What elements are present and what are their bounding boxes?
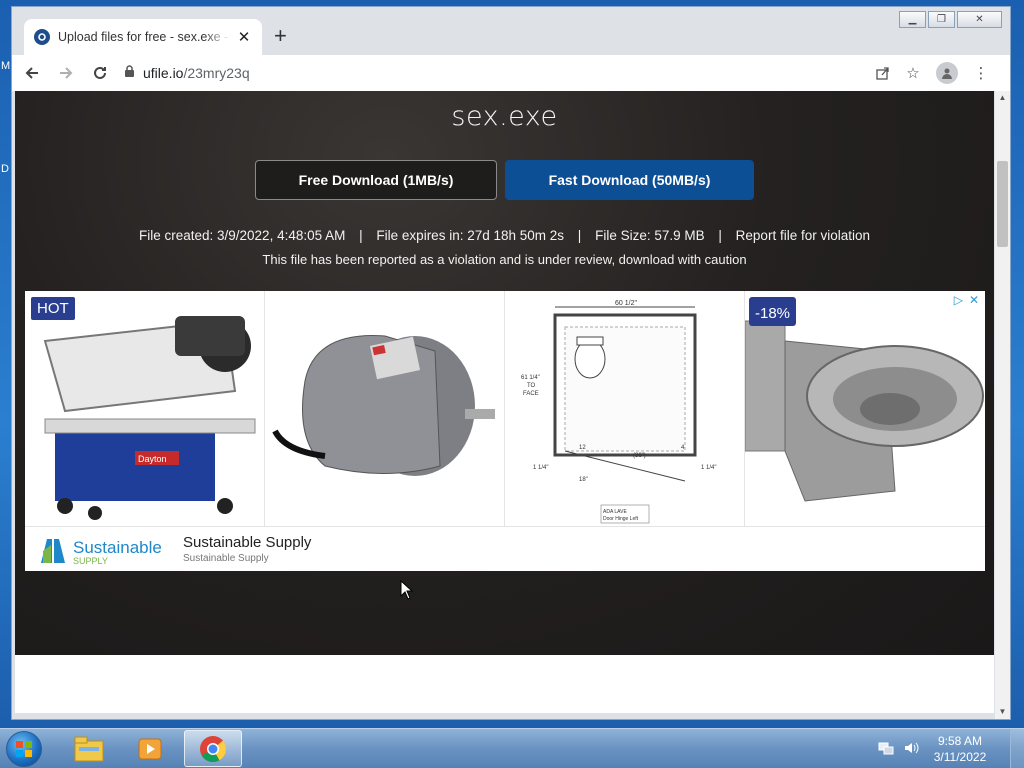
taskbar: 9:58 AM 3/11/2022: [0, 728, 1024, 768]
browser-toolbar: ufile.io/23mry23q ☆ ⋮: [12, 55, 1010, 91]
scroll-up-icon[interactable]: ▲: [995, 91, 1010, 105]
address-bar[interactable]: ufile.io/23mry23q: [124, 59, 964, 87]
download-hero: sex.exe Free Download (1MB/s) Fast Downl…: [15, 91, 994, 655]
meta-separator: |: [359, 228, 363, 243]
file-created: File created: 3/9/2022, 4:48:05 AM: [138, 228, 346, 243]
report-violation-link[interactable]: Report file for violation: [736, 228, 870, 243]
ad-tile-bandsaw[interactable]: Dayton HOT: [25, 291, 265, 527]
url-path: /23mry23q: [183, 65, 250, 81]
sustainable-supply-logo: Sustainable SUPPLY: [39, 531, 169, 567]
diagram-bottom-mid-label: 18": [579, 477, 588, 483]
page-content: sex.exe Free Download (1MB/s) Fast Downl…: [15, 91, 994, 713]
ufile-favicon-icon: [34, 29, 50, 45]
steel-toilet-image: [745, 320, 984, 502]
motor-image: [272, 335, 495, 476]
file-size: File Size: 57.9 MB: [595, 228, 705, 243]
profile-avatar-icon[interactable]: [936, 62, 958, 84]
bandsaw-image: Dayton: [43, 316, 256, 520]
advertisement[interactable]: Dayton HOT 60 1/2" 61 1/4" TO FACE 1 1/4…: [25, 291, 985, 571]
network-icon[interactable]: [878, 741, 894, 758]
adchoices[interactable]: ▷ ✕: [954, 293, 979, 307]
ad-close-icon[interactable]: ✕: [969, 293, 979, 307]
taskbar-media-player-icon[interactable]: [122, 730, 180, 767]
diagram-door-label: Door Hinge Left: [603, 516, 639, 522]
diagram-height-label: FACE: [523, 391, 539, 397]
close-tab-icon[interactable]: ✕: [236, 28, 252, 46]
taskbar-explorer-icon[interactable]: [60, 730, 118, 767]
minimize-icon[interactable]: ▁: [899, 11, 926, 28]
discount-badge: -18%: [749, 297, 797, 326]
bandsaw-brand-label: Dayton: [138, 454, 167, 464]
diagram-small-label: (36"): [633, 453, 646, 459]
taskbar-chrome-icon[interactable]: [184, 730, 242, 767]
browser-tab[interactable]: Upload files for free - sex.exe - ufile.…: [24, 19, 262, 55]
adchoices-play-icon[interactable]: ▷: [954, 293, 963, 307]
logo-subtext: SUPPLY: [73, 556, 108, 566]
desktop-icon-label: D: [1, 163, 9, 175]
reload-icon[interactable]: [86, 59, 114, 87]
toolbar-actions: ☆ ⋮: [868, 59, 996, 87]
page-scrollbar[interactable]: ▲ ▼: [995, 91, 1010, 719]
start-button-icon[interactable]: [6, 731, 42, 767]
ad-tile-diagram[interactable]: 60 1/2" 61 1/4" TO FACE 1 1/4" 1 1/4" 18…: [505, 291, 745, 527]
bookmark-star-icon[interactable]: ☆: [898, 59, 928, 87]
forward-icon[interactable]: [52, 59, 80, 87]
system-tray: 9:58 AM 3/11/2022: [878, 729, 1024, 768]
volume-icon[interactable]: [904, 741, 920, 758]
violation-warning: This file has been reported as a violati…: [262, 252, 747, 267]
tab-strip: Upload files for free - sex.exe - ufile.…: [12, 7, 1010, 57]
diagram-height-label: TO: [527, 383, 536, 389]
diagram-bottom-right-label: 1 1/4": [701, 465, 716, 471]
clock-time: 9:58 AM: [937, 734, 983, 748]
diagram-door-label: ADA LAVE: [603, 509, 627, 515]
ad-tile-toilet[interactable]: -18% ▷ ✕: [745, 291, 985, 527]
meta-separator: |: [718, 228, 722, 243]
lock-icon[interactable]: [124, 65, 135, 81]
file-meta: File created: 3/9/2022, 4:48:05 AM | Fil…: [15, 228, 994, 243]
restroom-diagram-image: 60 1/2" 61 1/4" TO FACE 1 1/4" 1 1/4" 18…: [521, 300, 716, 524]
window-controls: ▁ ❐ ✕: [897, 11, 1002, 28]
ad-brand-sub: Sustainable Supply: [183, 553, 269, 564]
fast-download-button[interactable]: Fast Download (50MB/s): [505, 160, 754, 200]
taskbar-clock[interactable]: 9:58 AM 3/11/2022: [930, 733, 990, 765]
back-icon[interactable]: [18, 59, 46, 87]
ad-product-tiles: Dayton HOT 60 1/2" 61 1/4" TO FACE 1 1/4…: [25, 291, 985, 527]
ad-brand-name[interactable]: Sustainable Supply: [183, 534, 311, 551]
diagram-bottom-left-label: 1 1/4": [533, 465, 548, 471]
new-tab-icon[interactable]: +: [274, 25, 287, 47]
diagram-small-label: 12: [579, 445, 586, 451]
desktop-icon-label: M: [1, 60, 11, 72]
maximize-icon[interactable]: ❐: [928, 11, 955, 28]
file-name-heading: sex.exe: [451, 101, 558, 132]
scrollbar-thumb[interactable]: [997, 161, 1008, 247]
ad-brand-text: Sustainable Supply Sustainable Supply: [183, 534, 311, 564]
url-text[interactable]: ufile.io/23mry23q: [143, 65, 250, 81]
diagram-width-label: 60 1/2": [615, 300, 637, 307]
logo-text: Sustainable: [73, 538, 162, 557]
show-desktop-button[interactable]: [1010, 729, 1024, 768]
tab-title: Upload files for free - sex.exe - ufile.…: [58, 30, 230, 44]
share-icon[interactable]: [868, 59, 898, 87]
scroll-down-icon[interactable]: ▼: [995, 705, 1010, 719]
file-expires: File expires in: 27d 18h 50m 2s: [376, 228, 565, 243]
close-window-icon[interactable]: ✕: [957, 11, 1002, 28]
browser-window: Upload files for free - sex.exe - ufile.…: [11, 6, 1011, 720]
url-domain: ufile.io: [143, 65, 184, 81]
clock-date: 3/11/2022: [933, 750, 987, 764]
free-download-button[interactable]: Free Download (1MB/s): [255, 160, 497, 200]
hot-badge: HOT: [31, 297, 75, 320]
menu-kebab-icon[interactable]: ⋮: [966, 59, 996, 87]
meta-separator: |: [577, 228, 582, 243]
diagram-height-label: 61 1/4": [521, 375, 540, 381]
ad-tile-motor[interactable]: [265, 291, 505, 527]
ad-footer[interactable]: Sustainable SUPPLY Sustainable Supply Su…: [25, 527, 985, 571]
mouse-cursor-icon: [400, 580, 414, 600]
